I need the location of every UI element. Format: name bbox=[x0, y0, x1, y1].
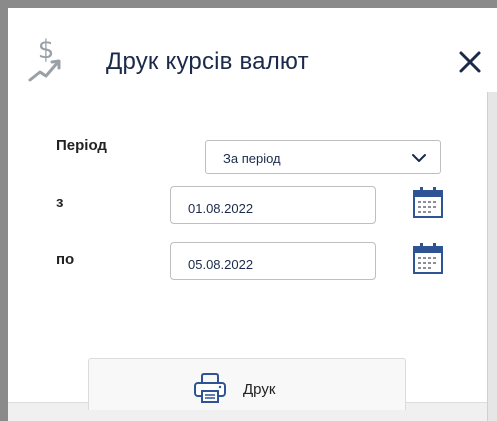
to-label: по bbox=[56, 251, 75, 268]
calendar-icon[interactable] bbox=[413, 242, 443, 274]
calendar-icon[interactable] bbox=[413, 186, 443, 218]
chevron-down-icon bbox=[412, 154, 426, 162]
svg-text:$: $ bbox=[38, 35, 55, 65]
dollar-chart-icon: $ bbox=[28, 35, 61, 82]
close-icon[interactable] bbox=[456, 48, 484, 76]
printer-icon bbox=[194, 373, 226, 403]
to-date-input[interactable]: 05.08.2022 bbox=[170, 242, 376, 280]
period-value: За період bbox=[223, 151, 281, 166]
scrollbar[interactable] bbox=[487, 92, 497, 421]
dialog-header: $ Друк курсів валют bbox=[8, 8, 497, 92]
from-label: з bbox=[56, 194, 64, 211]
print-button[interactable]: Друк bbox=[88, 358, 406, 410]
period-select[interactable]: За період bbox=[205, 140, 441, 174]
from-date-input[interactable]: 01.08.2022 bbox=[170, 186, 376, 224]
dialog-title: Друк курсів валют bbox=[106, 48, 309, 75]
period-label: Період bbox=[56, 137, 107, 154]
print-button-label: Друк bbox=[243, 381, 276, 398]
print-rates-dialog: $ Друк курсів валют Період За період з 0… bbox=[8, 8, 497, 421]
